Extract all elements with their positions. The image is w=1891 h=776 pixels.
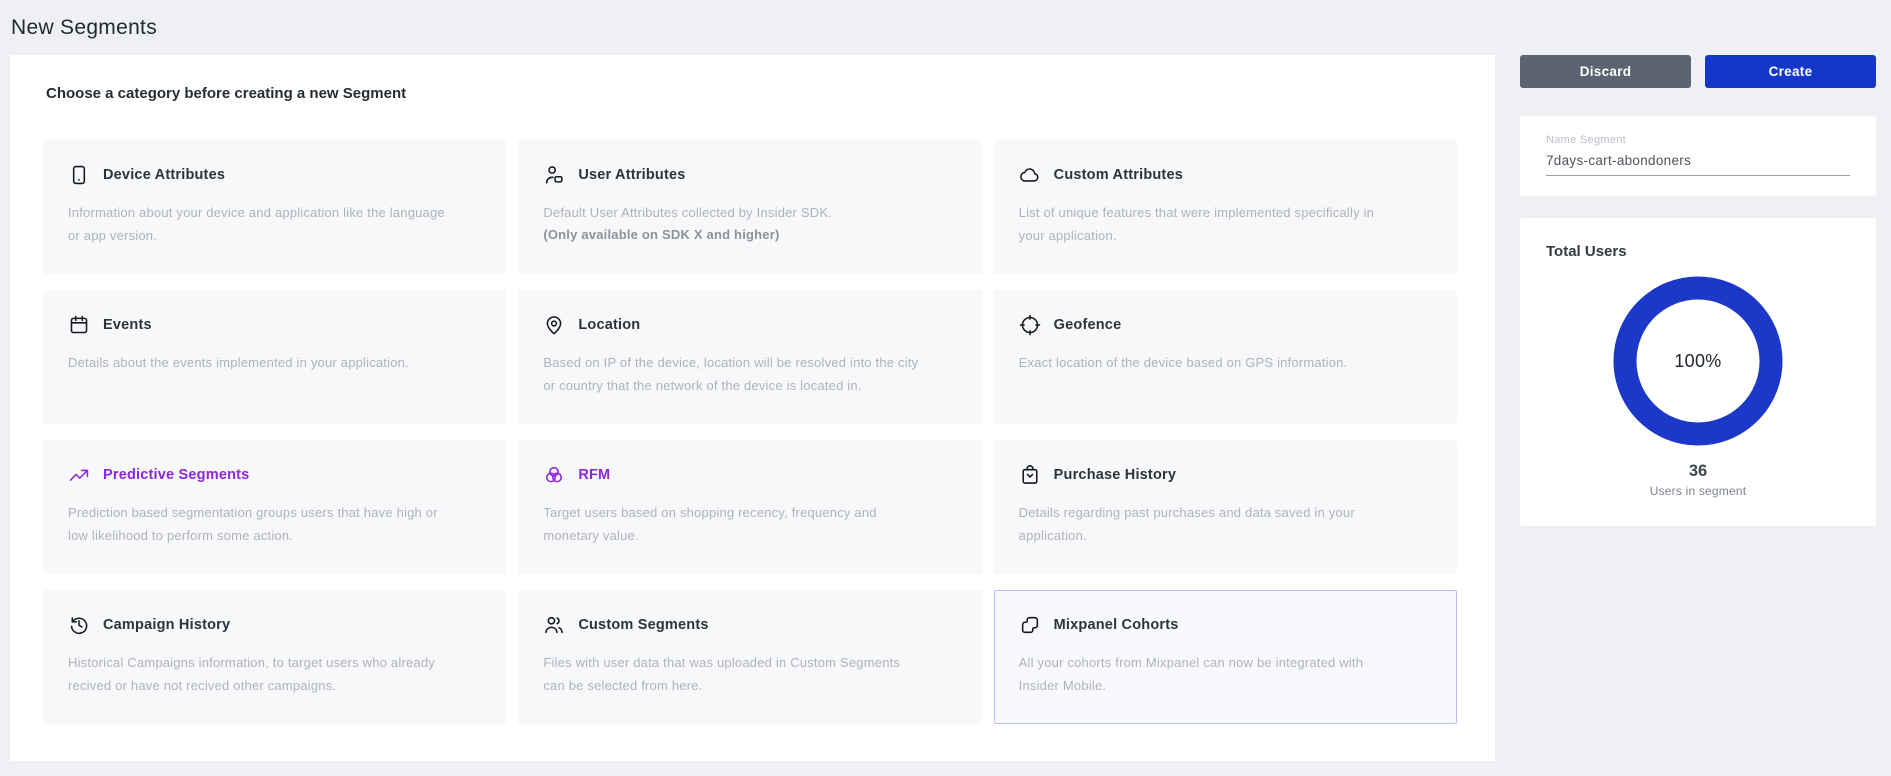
category-card-header: Custom Attributes	[1019, 164, 1432, 186]
panel-heading: Choose a category before creating a new …	[46, 85, 1457, 102]
category-card-header: Mixpanel Cohorts	[1019, 614, 1432, 636]
rfm-icon	[543, 464, 565, 486]
category-card-rfm[interactable]: RFM Target users based on shopping recen…	[518, 440, 981, 574]
content-row: Choose a category before creating a new …	[0, 55, 1891, 761]
purchase-history-icon	[1019, 464, 1041, 486]
category-card-header: Events	[68, 314, 481, 336]
category-title: Events	[103, 317, 152, 333]
category-description: Exact location of the device based on GP…	[1019, 352, 1399, 375]
page-title: New Segments	[0, 0, 1891, 41]
name-segment-input[interactable]	[1546, 153, 1850, 176]
category-description: Target users based on shopping recency, …	[543, 502, 923, 548]
category-card-header: Location	[543, 314, 956, 336]
category-card-campaign-history[interactable]: Campaign History Historical Campaigns in…	[43, 590, 506, 724]
category-description: List of unique features that were implem…	[1019, 202, 1399, 248]
total-users-card: Total Users 100% 36 Users in segment	[1520, 218, 1876, 526]
mixpanel-cohorts-icon	[1019, 614, 1041, 636]
total-users-title: Total Users	[1546, 243, 1850, 260]
category-card-custom-attributes[interactable]: Custom Attributes List of unique feature…	[994, 140, 1457, 274]
donut-percent-label: 100%	[1613, 276, 1783, 446]
category-card-predictive-segments[interactable]: Predictive Segments Prediction based seg…	[43, 440, 506, 574]
category-title: Mixpanel Cohorts	[1054, 617, 1179, 633]
device-attributes-icon	[68, 164, 90, 186]
category-description: Prediction based segmentation groups use…	[68, 502, 448, 548]
category-card-header: RFM	[543, 464, 956, 486]
category-card-header: Device Attributes	[68, 164, 481, 186]
category-card-header: Geofence	[1019, 314, 1432, 336]
category-description: Default User Attributes collected by Ins…	[543, 202, 923, 225]
action-buttons-row: Discard Create	[1520, 55, 1876, 88]
category-panel: Choose a category before creating a new …	[10, 55, 1495, 761]
category-description: Based on IP of the device, location will…	[543, 352, 923, 398]
category-grid: Device Attributes Information about your…	[43, 140, 1457, 724]
category-description: Information about your device and applic…	[68, 202, 448, 248]
create-button[interactable]: Create	[1705, 55, 1876, 88]
category-title: Purchase History	[1054, 467, 1176, 483]
category-card-header: Custom Segments	[543, 614, 956, 636]
category-description-note: (Only available on SDK X and higher)	[543, 225, 956, 246]
category-description: Files with user data that was uploaded i…	[543, 652, 923, 698]
category-card-mixpanel-cohorts[interactable]: Mixpanel Cohorts All your cohorts from M…	[994, 590, 1457, 724]
predictive-segments-icon	[68, 464, 90, 486]
category-card-user-attributes[interactable]: User Attributes Default User Attributes …	[518, 140, 981, 274]
name-segment-label: Name Segment	[1546, 134, 1850, 146]
category-title: Predictive Segments	[103, 467, 249, 483]
sidebar: Discard Create Name Segment Total Users …	[1520, 55, 1876, 526]
category-description: Details regarding past purchases and dat…	[1019, 502, 1399, 548]
category-description: Details about the events implemented in …	[68, 352, 448, 375]
new-segments-page: New Segments Choose a category before cr…	[0, 0, 1891, 776]
users-in-segment-caption: Users in segment	[1546, 484, 1850, 498]
category-title: Campaign History	[103, 617, 230, 633]
custom-attributes-icon	[1019, 164, 1041, 186]
location-icon	[543, 314, 565, 336]
category-title: User Attributes	[578, 167, 685, 183]
total-users-donut-chart: 100%	[1613, 276, 1783, 446]
category-description: Historical Campaigns information, to tar…	[68, 652, 448, 698]
category-card-geofence[interactable]: Geofence Exact location of the device ba…	[994, 290, 1457, 424]
category-title: Custom Segments	[578, 617, 708, 633]
discard-button[interactable]: Discard	[1520, 55, 1691, 88]
custom-segments-icon	[543, 614, 565, 636]
name-segment-card: Name Segment	[1520, 116, 1876, 196]
category-card-header: Campaign History	[68, 614, 481, 636]
category-card-header: Predictive Segments	[68, 464, 481, 486]
category-title: Custom Attributes	[1054, 167, 1183, 183]
category-description: All your cohorts from Mixpanel can now b…	[1019, 652, 1399, 698]
category-card-device-attributes[interactable]: Device Attributes Information about your…	[43, 140, 506, 274]
category-title: Device Attributes	[103, 167, 225, 183]
category-title: Location	[578, 317, 640, 333]
category-card-events[interactable]: Events Details about the events implemen…	[43, 290, 506, 424]
users-in-segment-count: 36	[1546, 462, 1850, 481]
category-card-custom-segments[interactable]: Custom Segments Files with user data tha…	[518, 590, 981, 724]
category-title: RFM	[578, 467, 610, 483]
category-card-header: Purchase History	[1019, 464, 1432, 486]
category-card-location[interactable]: Location Based on IP of the device, loca…	[518, 290, 981, 424]
campaign-history-icon	[68, 614, 90, 636]
category-card-purchase-history[interactable]: Purchase History Details regarding past …	[994, 440, 1457, 574]
geofence-icon	[1019, 314, 1041, 336]
category-title: Geofence	[1054, 317, 1122, 333]
category-card-header: User Attributes	[543, 164, 956, 186]
user-attributes-icon	[543, 164, 565, 186]
events-icon	[68, 314, 90, 336]
